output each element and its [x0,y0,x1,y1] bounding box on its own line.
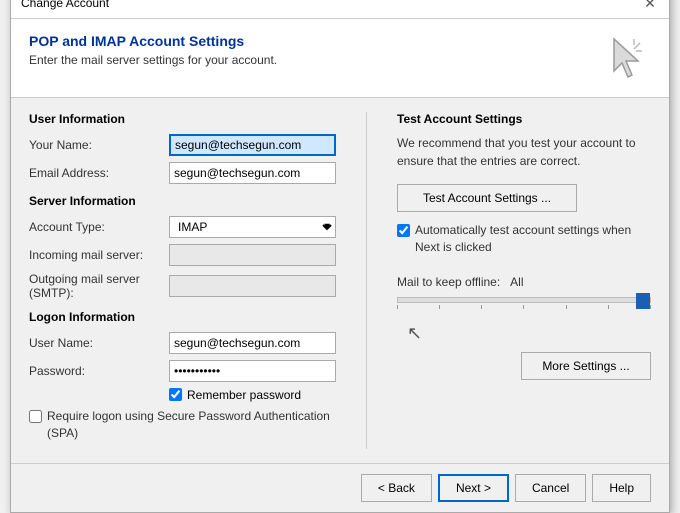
username-label: User Name: [29,336,169,350]
title-bar: Change Account ✕ [11,0,669,19]
more-settings-button[interactable]: More Settings ... [521,352,651,380]
more-settings-row: More Settings ... [397,352,651,380]
tick-2 [439,305,440,309]
left-panel: User Information Your Name: Email Addres… [29,112,336,450]
auto-test-checkbox[interactable] [397,224,410,237]
close-button[interactable]: ✕ [641,0,659,12]
offline-slider-container [397,297,651,309]
email-address-input[interactable] [169,162,336,184]
account-type-label: Account Type: [29,220,169,234]
header-section: POP and IMAP Account Settings Enter the … [11,19,669,98]
user-info-title: User Information [29,112,336,126]
tick-7 [650,305,651,309]
tick-1 [397,305,398,309]
server-info-title: Server Information [29,194,336,208]
cancel-button[interactable]: Cancel [515,474,586,502]
cursor-icon [606,35,646,81]
your-name-label: Your Name: [29,138,169,152]
right-section-title: Test Account Settings [397,112,651,126]
header-icon [601,33,651,83]
tick-6 [608,305,609,309]
account-type-row: Account Type: IMAP POP3 ▼ [29,216,336,238]
password-label: Password: [29,364,169,378]
remember-password-checkbox[interactable] [169,388,182,401]
outgoing-server-row: Outgoing mail server (SMTP): [29,272,336,300]
slider-track [397,297,651,303]
incoming-server-input[interactable] [169,244,336,266]
your-name-row: Your Name: [29,134,336,156]
tick-5 [566,305,567,309]
remember-password-label[interactable]: Remember password [187,388,301,402]
password-input[interactable] [169,360,336,382]
email-address-label: Email Address: [29,166,169,180]
your-name-input[interactable] [169,134,336,156]
offline-label: Mail to keep offline: [397,275,500,289]
right-description: We recommend that you test your account … [397,134,651,170]
help-button[interactable]: Help [592,474,651,502]
header-text: POP and IMAP Account Settings Enter the … [29,33,277,67]
username-input[interactable] [169,332,336,354]
footer: < Back Next > Cancel Help [11,463,669,512]
account-type-wrapper: IMAP POP3 ▼ [169,216,336,238]
cursor-indicator: ↖ [407,323,651,344]
tick-3 [481,305,482,309]
next-button[interactable]: Next > [438,474,509,502]
header-subtitle: Enter the mail server settings for your … [29,53,277,67]
offline-value: All [510,275,523,289]
auto-test-label[interactable]: Automatically test account settings when… [415,222,651,256]
require-spa-row: Require logon using Secure Password Auth… [29,408,336,442]
offline-section: Mail to keep offline: All [397,275,651,344]
offline-row: Mail to keep offline: All [397,275,651,289]
require-spa-checkbox[interactable] [29,410,42,423]
password-row: Password: [29,360,336,382]
slider-ticks [397,305,651,309]
incoming-server-label: Incoming mail server: [29,248,169,262]
test-account-settings-button[interactable]: Test Account Settings ... [397,184,577,212]
remember-password-row: Remember password [169,388,336,402]
back-button[interactable]: < Back [361,474,432,502]
tick-4 [523,305,524,309]
content-area: User Information Your Name: Email Addres… [11,98,669,464]
outgoing-server-label: Outgoing mail server (SMTP): [29,272,169,300]
right-panel: Test Account Settings We recommend that … [397,112,651,450]
logon-info-title: Logon Information [29,310,336,324]
auto-test-row: Automatically test account settings when… [397,222,651,256]
dialog-title: Change Account [21,0,109,10]
change-account-dialog: Change Account ✕ POP and IMAP Account Se… [10,0,670,513]
outgoing-server-input[interactable] [169,275,336,297]
incoming-server-row: Incoming mail server: [29,244,336,266]
vertical-divider [366,112,367,450]
email-address-row: Email Address: [29,162,336,184]
username-row: User Name: [29,332,336,354]
slider-thumb[interactable] [636,293,650,309]
header-title: POP and IMAP Account Settings [29,33,277,49]
require-spa-label[interactable]: Require logon using Secure Password Auth… [47,408,336,442]
account-type-select[interactable]: IMAP POP3 [169,216,336,238]
